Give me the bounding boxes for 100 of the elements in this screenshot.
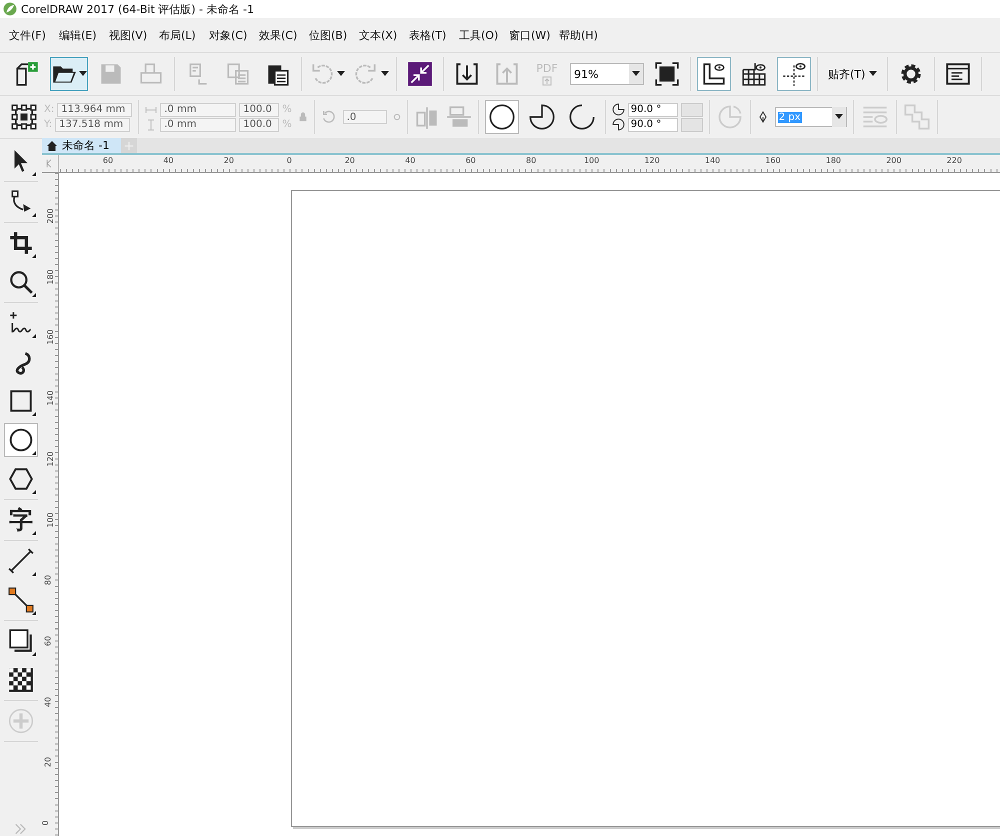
zoom-level-dropdown[interactable]: 91% (570, 63, 644, 85)
ruler-label: 20 (44, 757, 53, 768)
new-document-icon (14, 61, 40, 87)
ruler-label: 180 (46, 269, 56, 284)
menu-item[interactable]: 表格(T) (403, 28, 453, 42)
ellipse-tool-button[interactable] (4, 423, 38, 457)
overlapping-shapes-icon (902, 103, 931, 131)
height-field[interactable]: .0 mm (160, 118, 236, 132)
ruler-label: 40 (44, 696, 53, 707)
guidelines-button[interactable] (777, 57, 811, 91)
ruler-label: 140 (46, 390, 56, 406)
pie-arrow-icon (716, 103, 744, 131)
ellipse-type-button[interactable] (484, 100, 519, 134)
percent-label: % (282, 119, 292, 130)
home-icon (46, 140, 58, 152)
caret-icon (834, 114, 843, 120)
mirror-vertical-icon (446, 104, 472, 130)
export-icon (494, 61, 520, 87)
rotation-angle-field[interactable]: .0 (342, 110, 387, 124)
menu-item[interactable]: 文本(X) (353, 28, 403, 42)
arrows-inward-icon (407, 61, 433, 87)
menu-item[interactable]: 布局(L) (153, 28, 203, 42)
caret-icon (381, 71, 389, 77)
drop-shadow-icon (8, 628, 34, 654)
ruler-label: 60 (466, 156, 476, 165)
menu-item[interactable]: 窗口(W) (503, 28, 553, 42)
lock-icon (298, 111, 308, 123)
menu-item[interactable]: 编辑(E) (53, 28, 103, 42)
plus-circle-icon (8, 708, 34, 734)
ruler-label: 160 (46, 330, 56, 346)
ruler-label: 80 (526, 156, 536, 165)
window-title: CorelDRAW 2017 (64-Bit 评估版) - 未命名 -1 (21, 2, 254, 16)
rectangle-icon (8, 388, 34, 414)
x-position-field[interactable]: 113.964 mm (57, 102, 132, 116)
scale-height-field[interactable]: 100.0 (239, 118, 280, 132)
snap-dropdown[interactable]: 贴齐(T) (824, 57, 882, 91)
ruler-label: 220 (946, 156, 962, 165)
menu-item[interactable]: 对象(C) (203, 28, 253, 42)
magnifier-icon (8, 269, 34, 295)
pen-nib-icon (756, 109, 769, 125)
ruler-label: 100 (584, 156, 600, 165)
end-angle-icon (612, 118, 625, 131)
checkerboard-icon (8, 667, 34, 693)
ruler-label: 60 (102, 156, 114, 165)
ruler-label: 40 (405, 156, 416, 165)
circle-icon (8, 427, 34, 453)
ruler-label: 200 (46, 208, 56, 224)
ruler-label: 180 (826, 156, 842, 165)
hexagon-icon (8, 466, 34, 492)
open-button[interactable] (50, 57, 88, 91)
import-icon (454, 61, 480, 87)
ruler-label: 120 (644, 156, 660, 165)
start-angle-icon (612, 103, 625, 116)
ruler-label: 0 (286, 156, 292, 165)
rulers-button[interactable] (697, 57, 731, 91)
connector-icon (8, 587, 34, 613)
circle-icon (488, 103, 516, 131)
ruler-label: 80 (44, 575, 53, 586)
ruler-label: 120 (46, 451, 56, 466)
ruler-label: 100 (46, 512, 56, 528)
ruler-label: 20 (224, 156, 234, 165)
documents-icon (225, 61, 251, 87)
menu-item[interactable]: 视图(V) (103, 28, 153, 42)
box-arrow-icon (542, 76, 552, 86)
text-tool-button[interactable]: 字 (4, 503, 38, 537)
ruler-label: 160 (765, 156, 781, 165)
arc-icon (568, 103, 596, 131)
guidelines-eye-icon (781, 61, 807, 87)
plus-icon (124, 140, 134, 150)
caret-icon (79, 71, 87, 77)
window-icon (945, 61, 972, 87)
full-screen-icon (654, 61, 680, 87)
menu-item[interactable]: 位图(B) (303, 28, 353, 42)
ruler-label: 200 (886, 156, 902, 165)
rotate-icon (320, 109, 337, 125)
width-field[interactable]: .0 mm (160, 102, 236, 116)
pie-icon (528, 103, 556, 131)
menu-item[interactable]: 帮助(H) (553, 28, 603, 42)
start-angle-field[interactable]: 90.0 ° (628, 102, 678, 116)
document-tab[interactable]: 未命名 -1 (42, 138, 122, 153)
menu-item[interactable]: 效果(C) (253, 28, 303, 42)
scale-width-field[interactable]: 100.0 (239, 102, 280, 116)
diagonal-line-icon (8, 548, 34, 574)
ruler-label: 140 (704, 156, 720, 165)
ruler-label: 20 (344, 156, 355, 165)
end-angle-field[interactable]: 90.0 ° (628, 118, 678, 132)
ruler-label: 40 (163, 156, 174, 165)
percent-label: % (282, 104, 292, 115)
caret-icon (869, 71, 878, 77)
menu-item[interactable]: 文件(F) (3, 28, 53, 42)
ruler-label: 60 (44, 636, 53, 646)
menu-item[interactable]: 工具(O) (453, 28, 503, 42)
caret-icon (337, 71, 345, 77)
ruler-eye-icon (701, 61, 727, 87)
grid-eye-icon (741, 61, 767, 87)
degree-circle-icon (392, 113, 401, 121)
crop-icon (8, 230, 34, 256)
y-position-field[interactable]: 137.518 mm (55, 118, 130, 132)
caret-icon (632, 71, 640, 77)
transform-handles-icon (10, 103, 38, 131)
